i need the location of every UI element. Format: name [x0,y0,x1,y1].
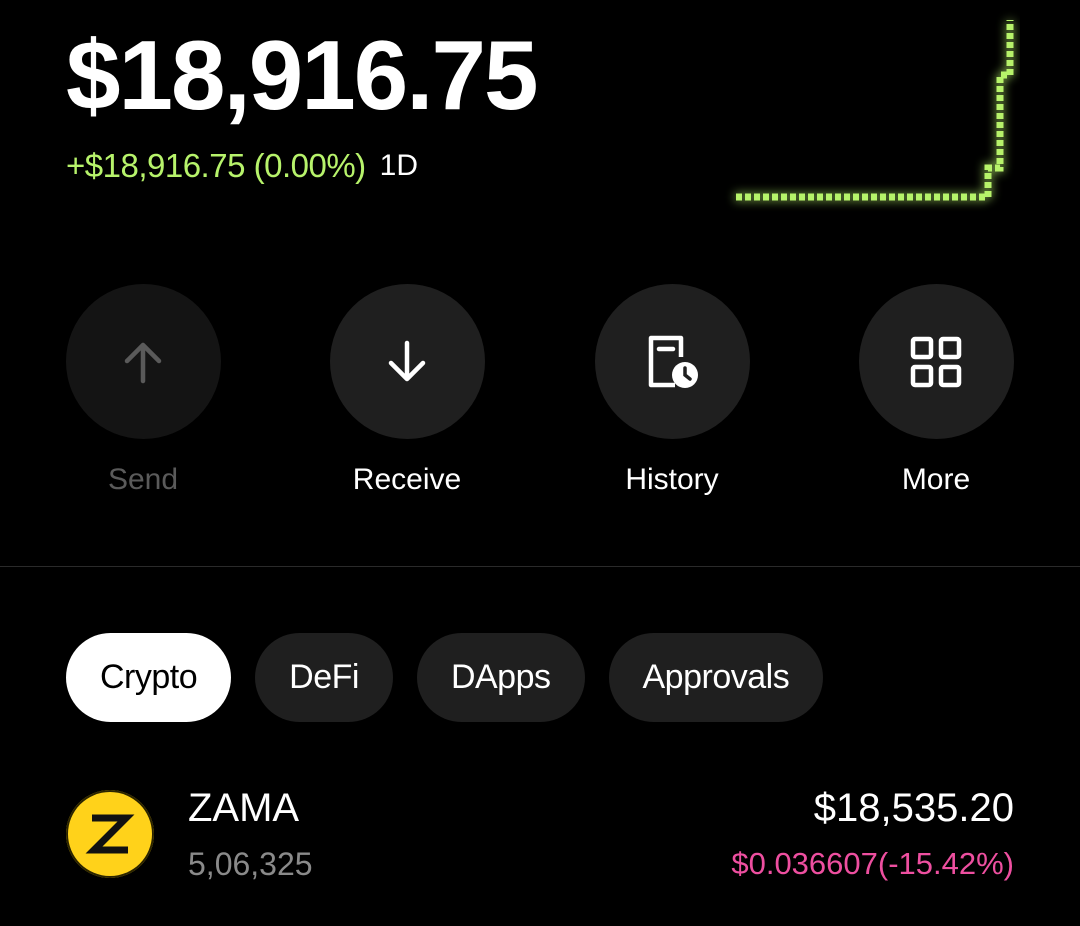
arrow-up-icon [124,342,162,383]
portfolio-sparkline [736,20,1014,201]
receive-button-circle [329,284,485,439]
more-label: More [901,463,971,496]
tab-defi[interactable]: DeFi [255,633,393,722]
portfolio-balance: $18,916.75 [66,20,538,130]
asset-row-zama[interactable]: ZAMA 5,06,325 $18,535.20 $0.036607(-15.4… [66,780,1016,890]
history-button[interactable]: History [594,284,750,497]
send-button-circle [65,284,221,439]
history-label: History [625,463,719,496]
send-label: Send [107,463,179,496]
arrow-down-icon [388,340,426,381]
asset-tabs: Crypto DeFi DApps Approvals [66,633,824,722]
portfolio-change: +$18,916.75 (0.00%) [66,147,366,184]
more-button[interactable]: More [858,284,1014,497]
zama-token-logo [66,790,154,878]
history-button-circle [594,284,750,439]
zama-z-icon [85,814,135,854]
history-icon [648,335,698,388]
tab-crypto[interactable]: Crypto [66,633,232,722]
tab-dapps[interactable]: DApps [416,633,585,722]
receive-label: Receive [352,463,462,496]
asset-value: $18,535.20 [813,786,1014,830]
portfolio-change-row: +$18,916.75 (0.00%) 1D [66,146,418,186]
grid-icon [910,336,962,387]
sparkline-line [736,20,1014,201]
section-divider [0,566,1080,567]
tab-approvals[interactable]: Approvals [608,633,824,722]
more-button-circle [858,284,1014,439]
asset-price-change: $0.036607(-15.42%) [731,846,1014,881]
asset-symbol: ZAMA [188,786,300,830]
send-button[interactable]: Send [65,284,221,497]
receive-button[interactable]: Receive [329,284,485,497]
asset-amount: 5,06,325 [188,846,313,882]
period-selector[interactable]: 1D [380,149,418,183]
